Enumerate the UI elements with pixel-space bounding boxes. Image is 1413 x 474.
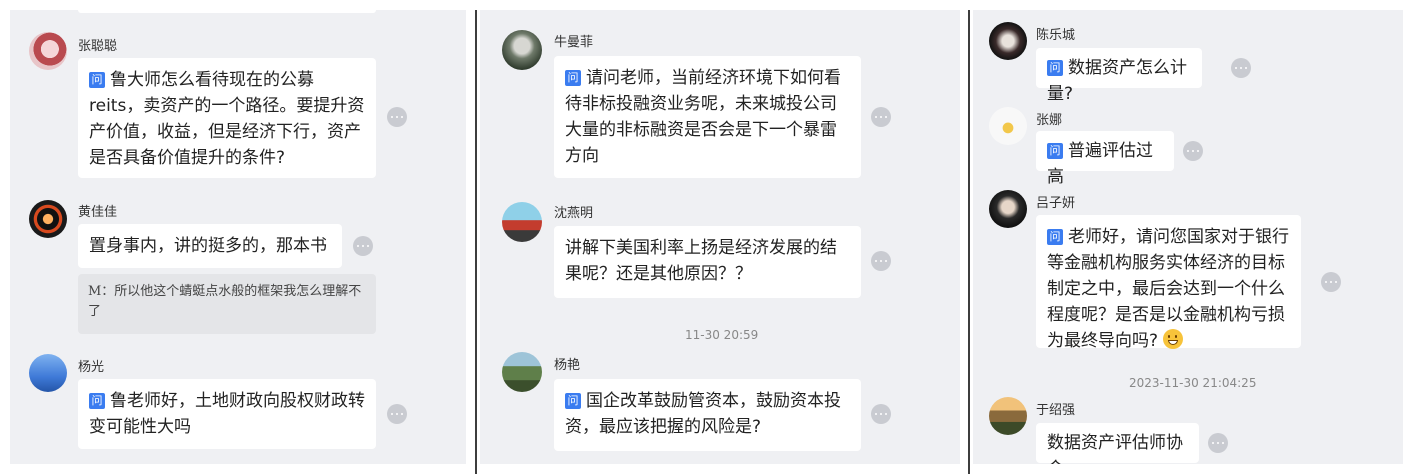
message-bubble[interactable]: 问老师好，请问您国家对于银行等金融机构服务实体经济的目标制定之中，最后会达到一个… (1036, 215, 1301, 351)
avatar[interactable] (502, 30, 542, 70)
more-options-icon[interactable] (353, 236, 373, 256)
message-text: 数据资产评估师协会 (1047, 433, 1183, 464)
username: 吕子妍 (1036, 196, 1076, 211)
username: 张娜 (1036, 113, 1063, 128)
more-options-icon[interactable] (871, 251, 891, 271)
more-options-icon[interactable] (1231, 58, 1251, 78)
username: 张聪聪 (78, 39, 118, 54)
message-bubble[interactable]: 问鲁老师好，土地财政向股权财政转变可能性大吗 (78, 379, 376, 449)
column-divider (968, 10, 970, 474)
avatar[interactable] (989, 397, 1027, 435)
avatar[interactable] (29, 200, 67, 238)
message-text: 请问老师，当前经济环境下如何看待非标投融资业务呢，未来城投公司大量的非标融资是否… (565, 68, 841, 166)
more-options-icon[interactable] (1183, 141, 1203, 161)
username: 于绍强 (1036, 403, 1076, 418)
username: 杨艳 (554, 358, 581, 373)
question-tag-icon: 问 (1047, 143, 1063, 159)
question-tag-icon: 问 (1047, 229, 1063, 245)
more-options-icon[interactable] (871, 404, 891, 424)
message-bubble[interactable]: 问数据资产怎么计量? (1036, 48, 1202, 104)
message-text: 鲁老师好，土地财政向股权财政转变可能性大吗 (89, 391, 365, 437)
more-options-icon[interactable] (1208, 433, 1228, 453)
username: 陈乐城 (1036, 28, 1076, 43)
message-text: 置身事内，讲的挺多的，那本书 (89, 236, 327, 256)
previous-bubble-edge (78, 10, 376, 13)
avatar[interactable] (29, 354, 67, 392)
grinning-face-icon (1163, 329, 1184, 349)
quoted-reply: M：所以他这个蜻蜓点水般的框架我怎么理解不了 (78, 274, 376, 334)
question-tag-icon: 问 (89, 72, 105, 88)
quoted-text: M：所以他这个蜻蜓点水般的框架我怎么理解不了 (88, 284, 362, 319)
timestamp: 11-30 20:59 (685, 328, 759, 342)
message-text: 数据资产怎么计量? (1047, 58, 1187, 104)
username: 沈燕明 (554, 206, 594, 221)
more-options-icon[interactable] (387, 404, 407, 424)
avatar[interactable] (989, 22, 1027, 60)
question-tag-icon: 问 (1047, 60, 1063, 76)
question-tag-icon: 问 (565, 393, 581, 409)
message-bubble[interactable]: 讲解下美国利率上扬是经济发展的结果呢？还是其他原因？？ (554, 226, 861, 298)
message-bubble[interactable]: 问鲁大师怎么看待现在的公募reits，卖资产的一个路径。要提升资产价值，收益，但… (78, 58, 376, 178)
chat-column-2: 牛曼菲 问请问老师，当前经济环境下如何看待非标投融资业务呢，未来城投公司大量的非… (480, 10, 960, 464)
message-text: 国企改革鼓励管资本，鼓励资本投资，最应该把握的风险是? (565, 391, 841, 437)
username: 牛曼菲 (554, 35, 594, 50)
avatar[interactable] (989, 190, 1027, 228)
question-tag-icon: 问 (565, 70, 581, 86)
message-bubble[interactable]: 问普遍评估过高 (1036, 131, 1174, 187)
message-bubble[interactable]: 置身事内，讲的挺多的，那本书 (78, 224, 342, 268)
username: 黄佳佳 (78, 205, 118, 220)
chat-column-1: 张聪聪 问鲁大师怎么看待现在的公募reits，卖资产的一个路径。要提升资产价值，… (10, 10, 466, 464)
username: 杨光 (78, 360, 105, 375)
question-tag-icon: 问 (89, 393, 105, 409)
more-options-icon[interactable] (1321, 272, 1341, 292)
chat-column-3: 陈乐城 问数据资产怎么计量? 张娜 问普遍评估过高 吕子妍 问老师好，请问您国家… (973, 10, 1403, 464)
message-text: 鲁大师怎么看待现在的公募reits，卖资产的一个路径。要提升资产价值，收益，但是… (89, 70, 365, 168)
timestamp: 2023-11-30 21:04:25 (1129, 376, 1257, 390)
message-bubble[interactable]: 问国企改革鼓励管资本，鼓励资本投资，最应该把握的风险是? (554, 379, 861, 451)
more-options-icon[interactable] (871, 107, 891, 127)
message-text: 讲解下美国利率上扬是经济发展的结果呢？还是其他原因？？ (565, 238, 837, 284)
column-divider (475, 10, 477, 474)
message-bubble[interactable]: 问请问老师，当前经济环境下如何看待非标投融资业务呢，未来城投公司大量的非标融资是… (554, 56, 861, 178)
message-bubble[interactable]: 数据资产评估师协会 (1036, 423, 1199, 464)
avatar[interactable] (29, 32, 67, 70)
more-options-icon[interactable] (387, 107, 407, 127)
avatar[interactable] (989, 107, 1027, 145)
avatar[interactable] (502, 202, 542, 242)
avatar[interactable] (502, 352, 542, 392)
